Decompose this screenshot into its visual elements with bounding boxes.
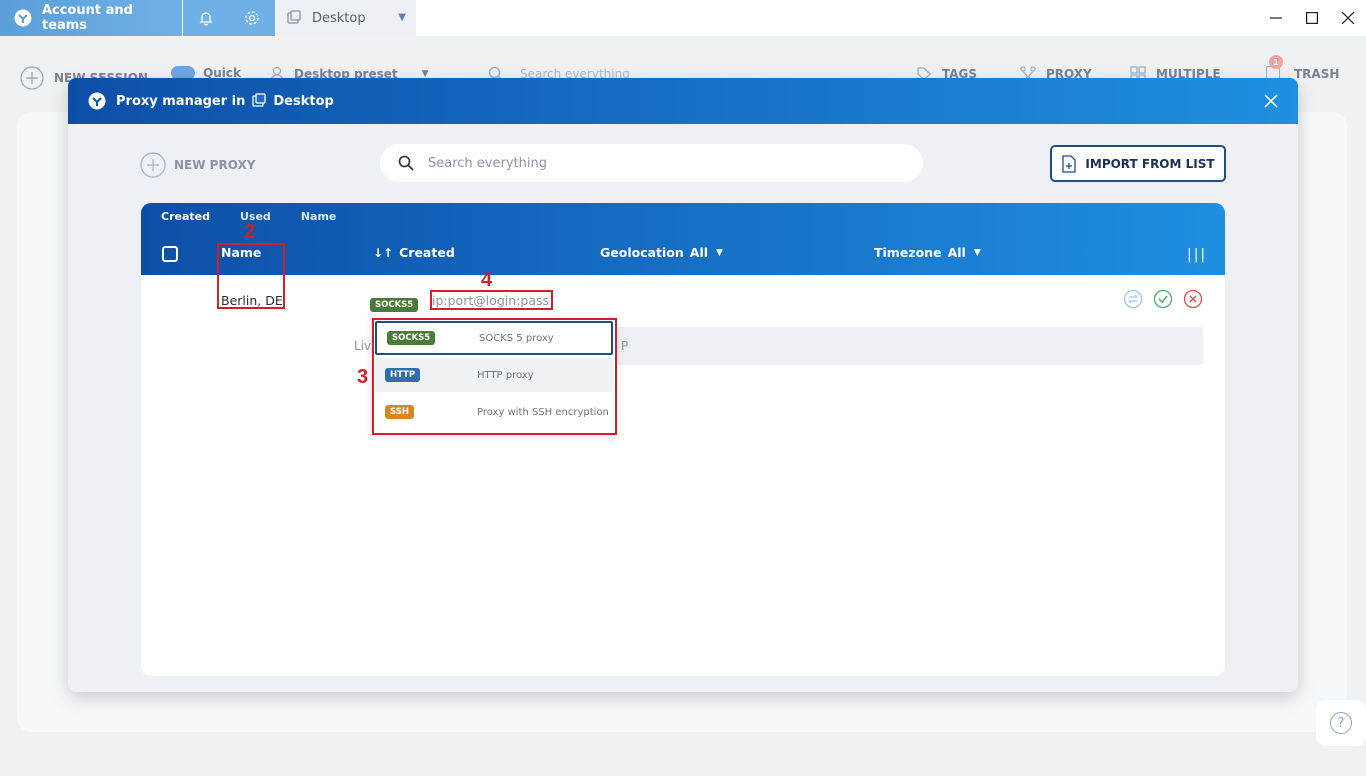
annotation-number-2: 2 <box>244 221 256 243</box>
gear-icon <box>245 11 259 25</box>
maximize-button[interactable] <box>1302 8 1322 28</box>
sort-arrows-icon: ↓↑ <box>373 245 394 260</box>
annotation-box-connection <box>430 290 553 310</box>
plus-circle-icon <box>20 66 44 90</box>
column-created[interactable]: ↓↑ Created <box>373 245 455 260</box>
workspace-icon <box>252 93 267 107</box>
close-icon <box>1342 12 1354 24</box>
tab-account-label: Account and teams <box>41 3 133 33</box>
modal-workspace-name: Desktop <box>273 93 334 109</box>
maximize-icon <box>1306 12 1318 24</box>
column-geolocation[interactable]: Geolocation All ▼ <box>600 245 723 260</box>
swap-icon[interactable] <box>1123 289 1143 309</box>
close-icon[interactable] <box>1262 92 1280 110</box>
sort-tab-created[interactable]: Created <box>161 210 210 223</box>
app-logo-icon <box>88 92 106 110</box>
minimize-icon <box>1270 17 1282 19</box>
proxy-search-input[interactable] <box>428 155 888 171</box>
columns-settings-icon[interactable]: ||| <box>1187 247 1207 263</box>
window-close-button[interactable] <box>1338 8 1358 28</box>
trash-count-badge: 1 <box>1269 55 1283 69</box>
annotation-box-dropdown <box>372 318 617 435</box>
tab-workspace-desktop[interactable]: Desktop ▼ <box>276 0 416 36</box>
proxy-table: Created Used Name Name ↓↑ Created Geoloc… <box>141 203 1225 676</box>
title-bar: Account and teams Desktop ▼ <box>0 0 1366 36</box>
geolocation-filter: All <box>689 245 709 260</box>
proxy-type-select[interactable]: SOCKS5 <box>370 292 419 312</box>
table-header: Created Used Name Name ↓↑ Created Geoloc… <box>141 203 1225 275</box>
workspace-icon <box>287 10 301 24</box>
proxy-search <box>380 144 923 182</box>
question-icon: ? <box>1330 712 1352 734</box>
bell-icon <box>199 12 213 26</box>
check-icon[interactable] <box>1153 289 1173 309</box>
live-label: Liv <box>354 339 372 353</box>
import-from-list-button[interactable]: IMPORT FROM LIST <box>1050 145 1226 182</box>
annotation-box-name <box>217 243 285 309</box>
file-add-icon <box>1062 154 1077 173</box>
chevron-down-icon[interactable]: ▼ <box>398 12 406 23</box>
modal-title: Proxy manager in <box>116 93 246 109</box>
column-created-label: Created <box>399 245 455 260</box>
row-actions <box>1123 289 1213 309</box>
tab-desktop-label: Desktop <box>312 10 366 26</box>
minimize-button[interactable] <box>1266 8 1286 28</box>
sort-tab-name[interactable]: Name <box>301 210 337 223</box>
proxy-manager-modal: Proxy manager in Desktop NEW PROXY IMPOR… <box>68 78 1298 692</box>
search-icon <box>398 155 414 171</box>
column-timezone-label: Timezone <box>874 245 942 260</box>
chevron-down-icon: ▼ <box>973 247 981 258</box>
select-all-checkbox[interactable] <box>162 246 178 262</box>
import-label: IMPORT FROM LIST <box>1085 156 1215 171</box>
chevron-down-icon: ▼ <box>716 247 723 258</box>
modal-header: Proxy manager in Desktop <box>68 78 1298 124</box>
column-geolocation-label: Geolocation <box>600 245 684 260</box>
sort-tabs: Created Used Name <box>161 210 366 223</box>
column-timezone[interactable]: Timezone All ▼ <box>874 245 981 260</box>
settings-button[interactable] <box>229 0 275 36</box>
new-proxy-label: NEW PROXY <box>174 158 256 172</box>
plus-circle-icon <box>140 152 166 178</box>
live-field[interactable]: P <box>615 327 1203 365</box>
app-logo-icon <box>14 9 32 27</box>
annotation-number-4: 4 <box>481 269 493 291</box>
live-field-text: P <box>621 339 629 353</box>
timezone-filter: All <box>947 245 966 260</box>
proxy-type-badge: SOCKS5 <box>370 298 419 312</box>
tab-account-and-teams[interactable]: Account and teams <box>0 0 182 36</box>
annotation-number-3: 3 <box>357 366 369 388</box>
cancel-icon[interactable] <box>1183 289 1203 309</box>
help-button[interactable]: ? <box>1316 700 1366 746</box>
trash-label: TRASH <box>1294 67 1340 81</box>
new-proxy-button[interactable]: NEW PROXY <box>140 152 255 178</box>
notifications-button[interactable] <box>183 0 229 36</box>
